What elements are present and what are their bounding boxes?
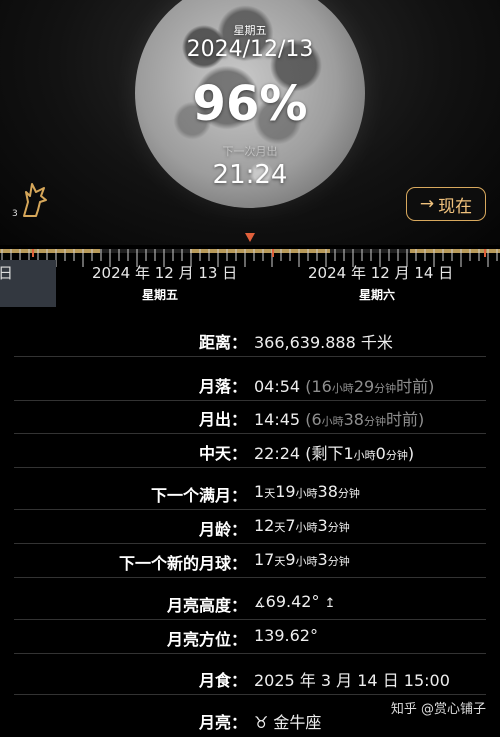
day-label-13: 2024 年 12 月 13 日 <box>92 264 238 282</box>
day-label-14: 2024 年 12 月 14 日 <box>308 264 454 282</box>
moon-azimuth-value: 139.62° <box>254 626 318 645</box>
weekday-label-13: 星期五 <box>142 288 179 302</box>
divider <box>14 694 486 695</box>
arrow-up-icon: ↥ <box>324 596 336 611</box>
moonrise-value: 14:45 (6小時38分钟时前) <box>254 406 424 430</box>
wolf-badge-count: 3 <box>12 209 18 219</box>
weekday-label-14: 星期六 <box>359 288 396 302</box>
moonrise-ago: (6小時38分钟时前) <box>305 410 425 429</box>
next-full-moon-row: 下一个满月： 1天19小時38分钟 <box>0 473 500 510</box>
moon-header: 星期五 2024/12/13 96% 下一次月出 21:24 3 → 现在 <box>0 0 500 245</box>
date-label: 2024/12/13 <box>186 37 314 62</box>
divider <box>14 577 486 578</box>
next-new-moon-row: 下一个新的月球： 17天9小時3分钟 <box>0 541 500 578</box>
moon-age-row: 月龄： 12天7小時3分钟 <box>0 507 500 544</box>
transit-label: 中天： <box>198 444 247 463</box>
moon-altitude-value: ∡69.42° ↥ <box>254 592 336 611</box>
transit-value: 22:24 (剩下1小時0分钟) <box>254 440 414 464</box>
illumination-percent: 96% <box>192 76 308 132</box>
moon-visible-band <box>190 249 330 253</box>
moonrise-time: 14:45 <box>254 410 301 429</box>
next-new-moon-value: 17天9小時3分钟 <box>254 550 350 569</box>
current-time-marker <box>245 233 255 242</box>
moonset-row: 月落： 04:54 (16小時29分钟时前) <box>0 364 500 401</box>
eclipse-row: 月食： 2025 年 3 月 14 日 15:00 <box>0 658 500 695</box>
previous-day-stub[interactable]: 日 <box>0 260 56 307</box>
moon-age-label: 月龄： <box>198 520 247 539</box>
next-full-moon-label: 下一个满月： <box>150 486 247 505</box>
previous-day-label: 日 <box>0 264 14 282</box>
weekday-label: 星期五 <box>233 24 267 37</box>
watermark: 知乎 @赏心铺子 <box>390 702 486 717</box>
now-button-label: 现在 <box>438 196 473 217</box>
moon-visible-band <box>410 249 500 253</box>
eclipse-label: 月食： <box>198 671 247 690</box>
arrow-right-icon: → <box>419 194 435 214</box>
transit-time: 22:24 <box>254 444 301 463</box>
moonset-ago: (16小時29分钟时前) <box>305 377 435 396</box>
next-full-moon-value: 1天19小時38分钟 <box>254 482 360 501</box>
faded-caption: 下一次月出 <box>222 145 278 158</box>
moon-sign-label: 月亮： <box>198 713 247 732</box>
moon-altitude-row: 月亮高度： ∡69.42° ↥ <box>0 583 500 620</box>
moonset-time: 04:54 <box>254 377 301 396</box>
moonrise-row: 月出： 14:45 (6小時38分钟时前) <box>0 397 500 434</box>
transit-row: 中天： 22:24 (剩下1小時0分钟) <box>0 431 500 468</box>
moon-age-value: 12天7小時3分钟 <box>254 516 350 535</box>
moon-azimuth-row: 月亮方位： 139.62° <box>0 617 500 654</box>
moonset-label: 月落： <box>198 377 247 396</box>
transit-remaining: (剩下1小時0分钟) <box>305 444 415 463</box>
moonrise-label: 月出： <box>198 410 247 429</box>
moon-visible-band <box>0 249 100 253</box>
divider <box>14 356 486 357</box>
distance-row: 距离： 366,639.888 千米 <box>0 320 500 357</box>
next-new-moon-label: 下一个新的月球： <box>118 554 247 573</box>
moon-altitude-label: 月亮高度： <box>166 596 247 615</box>
moon-sign-value: ♉ 金牛座 <box>254 713 322 732</box>
distance-value: 366,639.888 千米 <box>254 333 393 352</box>
moon-azimuth-label: 月亮方位： <box>166 630 247 649</box>
now-button[interactable]: → 现在 <box>406 187 486 221</box>
angle-icon: ∡ <box>254 596 266 611</box>
moonset-value: 04:54 (16小時29分钟时前) <box>254 373 434 397</box>
divider <box>14 467 486 468</box>
distance-label: 距离： <box>198 333 247 352</box>
wolf-icon[interactable] <box>14 178 56 220</box>
eclipse-value: 2025 年 3 月 14 日 15:00 <box>254 671 450 690</box>
divider <box>14 653 486 654</box>
time-label: 21:24 <box>212 160 288 190</box>
